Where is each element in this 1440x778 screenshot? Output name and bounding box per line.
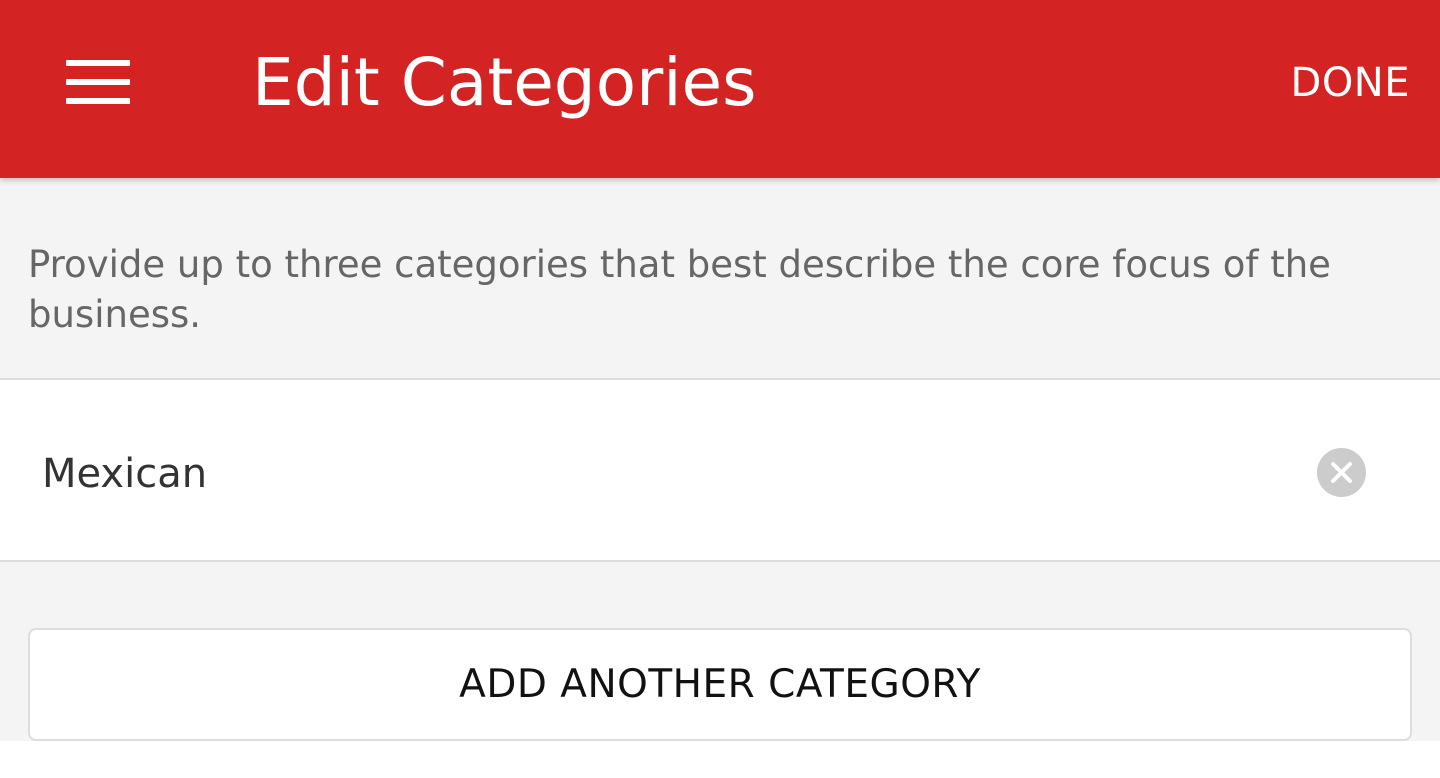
menu-icon-line [66,98,130,104]
clear-circle-icon[interactable] [1317,448,1366,497]
add-another-category-button[interactable]: ADD ANOTHER CATEGORY [28,628,1412,741]
category-label: Mexican [42,451,208,497]
page-title: Edit Categories [252,44,757,121]
menu-icon-line [66,60,130,66]
category-row[interactable]: Mexican [0,378,1440,562]
close-icon [1331,462,1352,483]
app-bar: Edit Categories DONE [0,0,1440,178]
done-button[interactable]: DONE [1291,58,1410,108]
bottom-strip [0,741,1440,778]
categories-description: Provide up to three categories that best… [28,243,1331,336]
hamburger-menu-icon[interactable] [66,60,130,104]
menu-icon-line [66,79,130,85]
